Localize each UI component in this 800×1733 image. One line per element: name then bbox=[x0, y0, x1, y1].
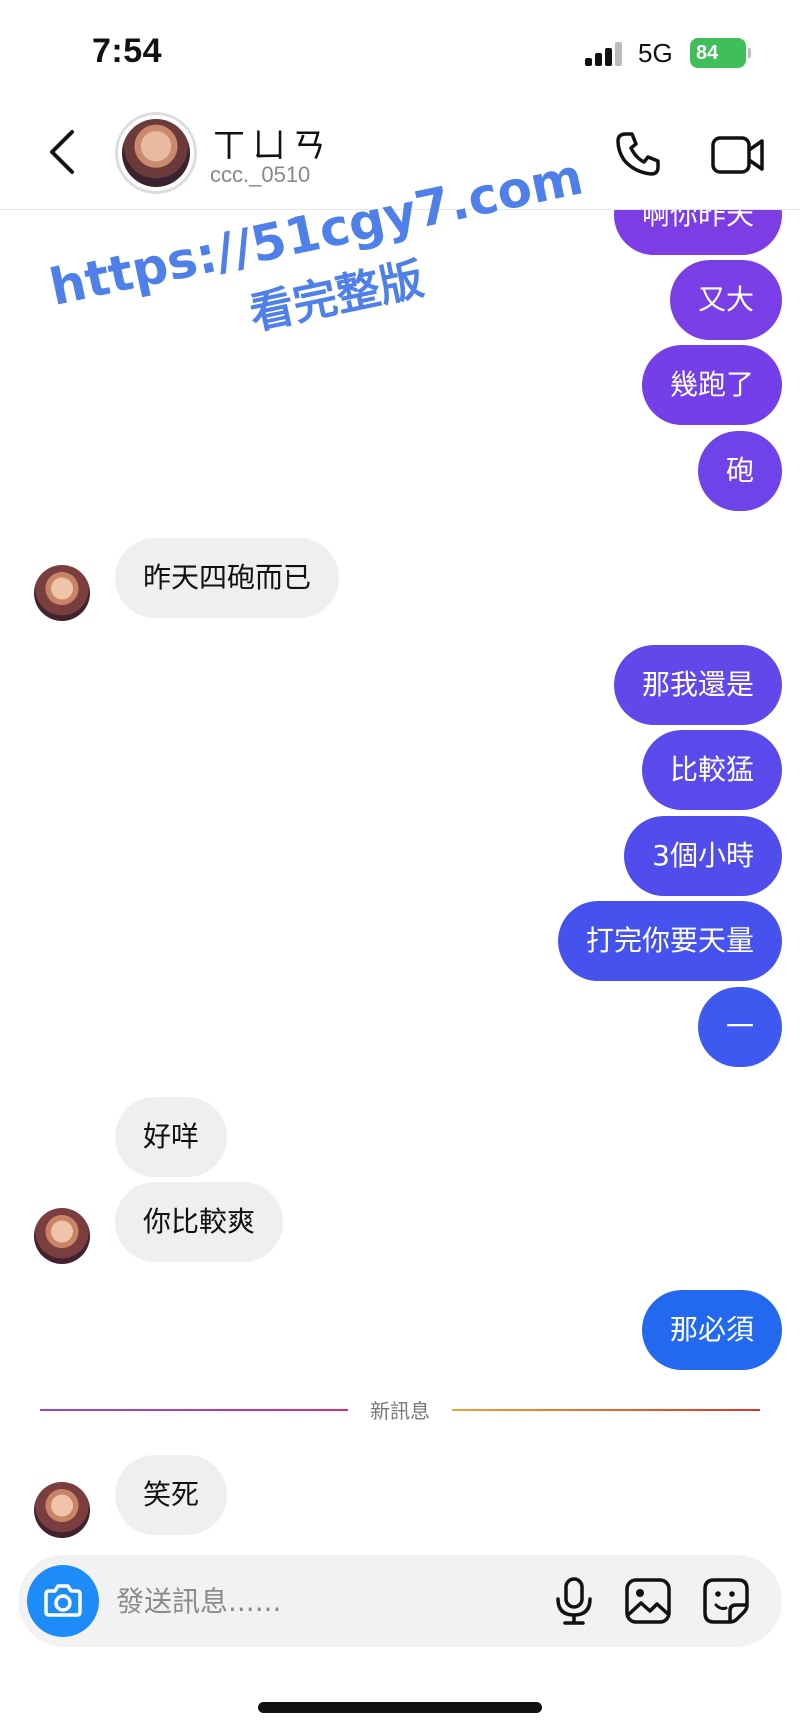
incoming-message[interactable]: 好咩 bbox=[115, 1097, 228, 1177]
image-icon bbox=[625, 1578, 671, 1624]
message-text: 好咩 bbox=[143, 1120, 200, 1153]
message-text: 打完你要天量 bbox=[585, 924, 754, 957]
new-messages-divider: 新訊息 bbox=[40, 1395, 760, 1425]
home-indicator[interactable] bbox=[258, 1702, 542, 1713]
camera-button[interactable] bbox=[27, 1565, 99, 1637]
contact-handle[interactable]: ccc._0510 bbox=[210, 162, 310, 188]
outgoing-message[interactable]: 砲 bbox=[697, 431, 782, 511]
microphone-button[interactable] bbox=[548, 1575, 600, 1627]
video-camera-icon bbox=[711, 136, 764, 174]
outgoing-message[interactable]: 打完你要天量 bbox=[557, 901, 782, 981]
outgoing-message[interactable]: 那必須 bbox=[641, 1290, 782, 1370]
phone-icon bbox=[616, 132, 660, 176]
outgoing-message[interactable]: 一 bbox=[697, 987, 782, 1067]
outgoing-message[interactable]: 比較猛 bbox=[641, 730, 782, 810]
video-call-button[interactable] bbox=[710, 130, 766, 180]
message-text: 3個小時 bbox=[652, 839, 754, 872]
chevron-left-icon bbox=[50, 130, 74, 174]
contact-name[interactable]: ㄒㄩㄢ bbox=[212, 118, 332, 167]
outgoing-message[interactable]: 又大 bbox=[669, 260, 782, 340]
message-text: 昨天四砲而已 bbox=[143, 561, 312, 594]
microphone-icon bbox=[556, 1577, 592, 1625]
voice-call-button[interactable] bbox=[612, 128, 664, 180]
avatar-image bbox=[122, 119, 190, 187]
message-input[interactable] bbox=[116, 1577, 536, 1625]
message-text: 你比較爽 bbox=[143, 1205, 256, 1238]
incoming-message[interactable]: 笑死 bbox=[115, 1455, 228, 1535]
back-button[interactable] bbox=[40, 122, 90, 182]
message-text: 又大 bbox=[697, 283, 754, 316]
chat-header: ㄒㄩㄢ ccc._0510 bbox=[0, 100, 800, 210]
message-text: 幾跑了 bbox=[669, 368, 754, 401]
sticker-button[interactable] bbox=[700, 1575, 752, 1627]
contact-avatar[interactable] bbox=[34, 1208, 90, 1264]
message-text: 那必須 bbox=[669, 1313, 754, 1346]
message-text: 那我還是 bbox=[641, 668, 754, 701]
incoming-message[interactable]: 昨天四砲而已 bbox=[115, 538, 340, 618]
message-text: 笑死 bbox=[143, 1478, 200, 1511]
contact-avatar[interactable] bbox=[115, 112, 197, 194]
divider-line bbox=[452, 1409, 760, 1411]
camera-icon bbox=[44, 1584, 82, 1617]
message-text: 砲 bbox=[725, 454, 754, 487]
message-thread[interactable]: 啊你昨天 又大 幾跑了 砲 昨天四砲而已 那我還是 比較猛 3個小時 打完你要天… bbox=[0, 0, 800, 1733]
gallery-button[interactable] bbox=[622, 1575, 674, 1627]
message-text: 比較猛 bbox=[669, 753, 754, 786]
outgoing-message[interactable]: 3個小時 bbox=[624, 816, 782, 896]
incoming-message[interactable]: 你比較爽 bbox=[115, 1182, 284, 1262]
outgoing-message[interactable]: 幾跑了 bbox=[641, 345, 782, 425]
sticker-icon bbox=[703, 1578, 749, 1624]
message-text: 一 bbox=[725, 1010, 754, 1043]
outgoing-message[interactable]: 那我還是 bbox=[613, 645, 782, 725]
contact-avatar[interactable] bbox=[34, 565, 90, 621]
contact-avatar[interactable] bbox=[34, 1482, 90, 1538]
message-composer bbox=[18, 1555, 782, 1647]
